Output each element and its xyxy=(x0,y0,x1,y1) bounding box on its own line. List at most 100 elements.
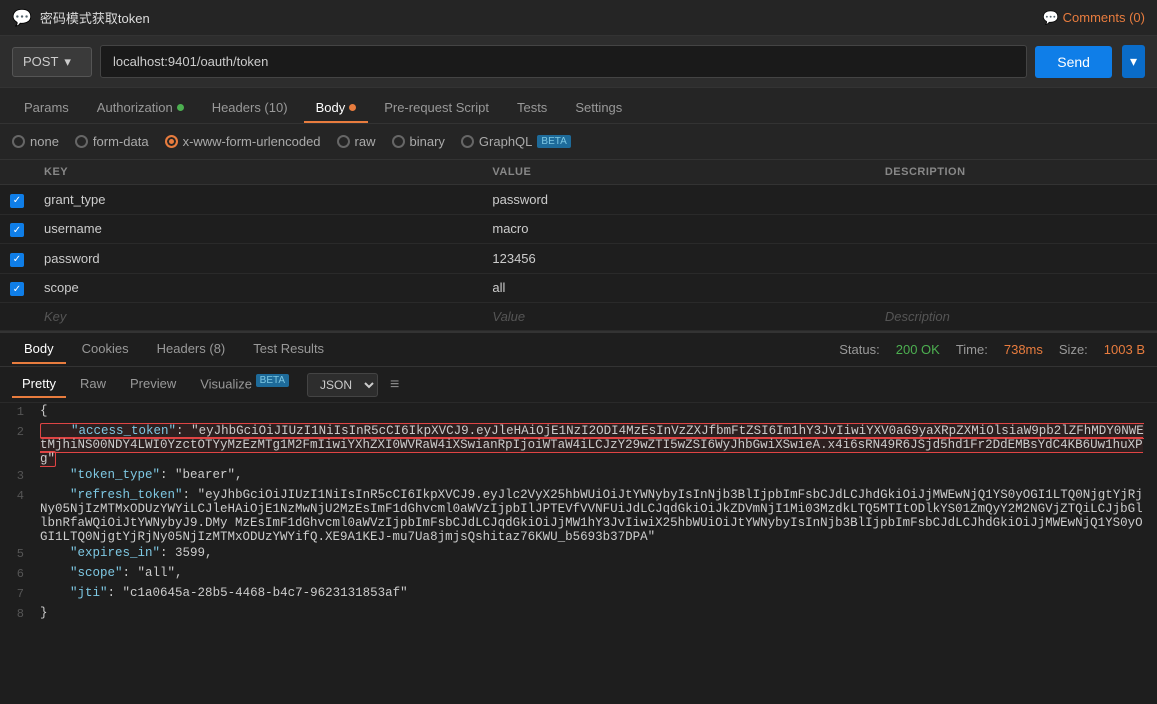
line-number: 7 xyxy=(0,586,40,601)
tab-authorization[interactable]: Authorization xyxy=(85,94,196,123)
line-number: 8 xyxy=(0,606,40,621)
size-label: Size: xyxy=(1059,342,1088,357)
json-line: 2 "access_token": "eyJhbGciOiJIUzI1NiIsI… xyxy=(0,423,1157,467)
line-number: 2 xyxy=(0,424,40,439)
visualize-beta-badge: BETA xyxy=(256,374,289,387)
tab-settings[interactable]: Settings xyxy=(563,94,634,123)
resp-tab-headers[interactable]: Headers (8) xyxy=(145,335,238,364)
body-dot xyxy=(349,104,356,111)
title-bar: 💬 密码模式获取token 💬 Comments (0) xyxy=(0,0,1157,36)
line-content: "refresh_token": "eyJhbGciOiJIUzI1NiIsIn… xyxy=(40,488,1157,544)
placeholder-value[interactable]: Value xyxy=(482,303,874,331)
th-value: VALUE xyxy=(482,160,874,185)
time-value: 738ms xyxy=(1004,342,1043,357)
key-scope[interactable]: scope xyxy=(34,273,482,303)
checkbox-scope[interactable]: ✓ xyxy=(10,282,24,296)
placeholder-key[interactable]: Key xyxy=(34,303,482,331)
line-content: "access_token": "eyJhbGciOiJIUzI1NiIsInR… xyxy=(40,424,1157,466)
status-label: Status: xyxy=(839,342,879,357)
fmt-tab-visualize[interactable]: Visualize BETA xyxy=(190,370,299,398)
tab-params[interactable]: Params xyxy=(12,94,81,123)
line-number: 1 xyxy=(0,404,40,419)
send-button[interactable]: Send xyxy=(1035,46,1112,78)
fmt-tab-raw[interactable]: Raw xyxy=(70,371,116,398)
json-line: 8} xyxy=(0,605,1157,623)
desc-username[interactable] xyxy=(875,214,1157,244)
resp-tab-testresults[interactable]: Test Results xyxy=(241,335,336,364)
desc-password[interactable] xyxy=(875,244,1157,274)
tab-authorization-label: Authorization xyxy=(97,100,173,115)
table-row: ✓ username macro xyxy=(0,214,1157,244)
placeholder-desc[interactable]: Description xyxy=(875,303,1157,331)
tab-params-label: Params xyxy=(24,100,69,115)
radio-graphql[interactable]: GraphQL BETA xyxy=(461,134,571,149)
radio-urlencoded[interactable]: x-www-form-urlencoded xyxy=(165,134,321,149)
authorization-dot xyxy=(177,104,184,111)
radio-circle-urlencoded xyxy=(165,135,178,148)
json-line: 3 "token_type": "bearer", xyxy=(0,467,1157,487)
checkbox-grant-type[interactable]: ✓ xyxy=(10,194,24,208)
th-checkbox xyxy=(0,160,34,185)
desc-scope[interactable] xyxy=(875,273,1157,303)
chat-icon: 💬 xyxy=(12,8,32,28)
table-row: ✓ password 123456 xyxy=(0,244,1157,274)
line-content: "expires_in": 3599, xyxy=(40,546,1157,560)
radio-graphql-label: GraphQL xyxy=(479,134,532,149)
tab-prerequest[interactable]: Pre-request Script xyxy=(372,94,501,123)
line-number: 5 xyxy=(0,546,40,561)
json-line: 6 "scope": "all", xyxy=(0,565,1157,585)
json-line: 5 "expires_in": 3599, xyxy=(0,545,1157,565)
th-description: DESCRIPTION xyxy=(875,160,1157,185)
request-tabs: Params Authorization Headers (10) Body P… xyxy=(0,88,1157,124)
resp-tab-cookies[interactable]: Cookies xyxy=(70,335,141,364)
fmt-tab-pretty[interactable]: Pretty xyxy=(12,371,66,398)
radio-urlencoded-label: x-www-form-urlencoded xyxy=(183,134,321,149)
graphql-beta-badge: BETA xyxy=(537,135,570,148)
radio-formdata-label: form-data xyxy=(93,134,149,149)
fmt-tab-preview[interactable]: Preview xyxy=(120,371,186,398)
tab-body[interactable]: Body xyxy=(304,94,369,123)
chevron-down-icon: ▾ xyxy=(64,54,71,70)
send-arrow-button[interactable]: ▾ xyxy=(1122,45,1145,78)
radio-binary[interactable]: binary xyxy=(392,134,445,149)
key-username[interactable]: username xyxy=(34,214,482,244)
checkbox-password[interactable]: ✓ xyxy=(10,253,24,267)
comments-label: Comments (0) xyxy=(1063,10,1145,25)
radio-formdata[interactable]: form-data xyxy=(75,134,149,149)
tab-prerequest-label: Pre-request Script xyxy=(384,100,489,115)
th-key: KEY xyxy=(34,160,482,185)
json-response-area[interactable]: 1{2 "access_token": "eyJhbGciOiJIUzI1NiI… xyxy=(0,403,1157,623)
response-status: Status: 200 OK Time: 738ms Size: 1003 B xyxy=(839,342,1145,357)
radio-none[interactable]: none xyxy=(12,134,59,149)
table-header-row: KEY VALUE DESCRIPTION xyxy=(0,160,1157,185)
body-type-row: none form-data x-www-form-urlencoded raw… xyxy=(0,124,1157,160)
line-content: } xyxy=(40,606,1157,620)
format-select[interactable]: JSON XML HTML Text xyxy=(307,373,378,397)
time-label: Time: xyxy=(956,342,988,357)
line-content: "scope": "all", xyxy=(40,566,1157,580)
response-tabs-row: Body Cookies Headers (8) Test Results St… xyxy=(0,331,1157,367)
json-line: 4 "refresh_token": "eyJhbGciOiJIUzI1NiIs… xyxy=(0,487,1157,545)
wrap-icon[interactable]: ≡ xyxy=(390,376,399,394)
method-select[interactable]: POST ▾ xyxy=(12,47,92,77)
value-username[interactable]: macro xyxy=(482,214,874,244)
comments-button[interactable]: 💬 Comments (0) xyxy=(1042,10,1145,26)
checkbox-username[interactable]: ✓ xyxy=(10,223,24,237)
size-value: 1003 B xyxy=(1104,342,1145,357)
key-grant-type[interactable]: grant_type xyxy=(34,185,482,215)
line-content: "jti": "c1a0645a-28b5-4468-b4c7-96231318… xyxy=(40,586,1157,600)
desc-grant-type[interactable] xyxy=(875,185,1157,215)
title-bar-left: 💬 密码模式获取token xyxy=(12,8,150,28)
key-password[interactable]: password xyxy=(34,244,482,274)
value-password[interactable]: 123456 xyxy=(482,244,874,274)
tab-tests[interactable]: Tests xyxy=(505,94,559,123)
value-grant-type[interactable]: password xyxy=(482,185,874,215)
resp-tab-body[interactable]: Body xyxy=(12,335,66,364)
url-input[interactable] xyxy=(100,45,1027,78)
radio-circle-raw xyxy=(337,135,350,148)
value-scope[interactable]: all xyxy=(482,273,874,303)
tab-headers[interactable]: Headers (10) xyxy=(200,94,300,123)
radio-raw[interactable]: raw xyxy=(337,134,376,149)
table-row: ✓ scope all xyxy=(0,273,1157,303)
radio-none-label: none xyxy=(30,134,59,149)
